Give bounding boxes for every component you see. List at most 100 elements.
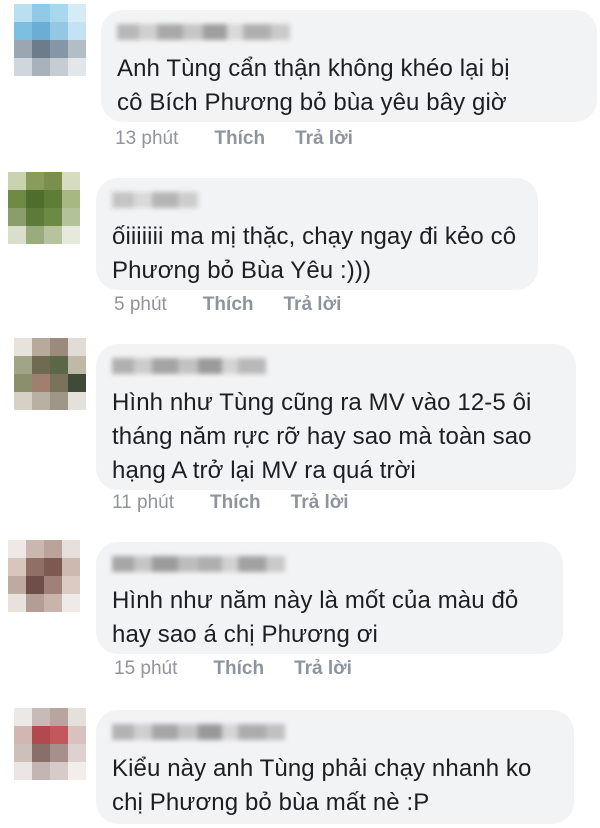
avatar-pixel — [32, 374, 50, 392]
avatar-pixel — [68, 374, 86, 392]
name-blur-block — [198, 724, 222, 740]
name-blur-block — [198, 358, 222, 374]
name-blur-block — [112, 358, 134, 374]
comment-timestamp[interactable]: 11 phút — [112, 492, 174, 514]
avatar[interactable] — [14, 338, 86, 410]
comment-actions: 5 phút Thích Trả lời — [114, 294, 371, 316]
name-blur-block — [139, 24, 157, 40]
avatar-pixel — [68, 392, 86, 410]
name-blur-block — [222, 358, 238, 374]
avatar-pixel — [26, 208, 44, 226]
comment-timestamp[interactable]: 5 phút — [114, 294, 167, 316]
reply-link[interactable]: Trả lời — [295, 128, 353, 150]
commenter-name[interactable] — [112, 554, 543, 574]
avatar[interactable] — [14, 4, 86, 76]
avatar-pixel — [32, 40, 50, 58]
avatar-pixel — [50, 762, 68, 780]
comment-actions: 15 phút Thích Trả lời — [114, 658, 382, 680]
avatar-pixel — [68, 726, 86, 744]
avatar-pixel — [32, 726, 50, 744]
commenter-name[interactable] — [117, 22, 577, 42]
name-blur-block — [238, 556, 266, 572]
avatar-pixel — [26, 172, 44, 190]
like-link[interactable]: Thích — [210, 492, 261, 514]
name-blur-block — [266, 556, 285, 572]
avatar-pixel — [62, 540, 80, 558]
name-blur-block — [134, 724, 152, 740]
avatar-pixel — [26, 540, 44, 558]
comment-actions: 13 phút Thích Trả lời — [115, 128, 383, 150]
avatar-pixel — [62, 190, 80, 208]
comment-text: Hình như năm này là mốt của màu đỏ hay s… — [112, 587, 519, 648]
name-blur-block — [112, 724, 134, 740]
commenter-name[interactable] — [112, 190, 518, 210]
avatar-pixel — [32, 58, 50, 76]
comment-timestamp[interactable]: 13 phút — [115, 128, 178, 150]
avatar-pixel — [68, 708, 86, 726]
comment-text: Kiểu này anh Tùng phải chạy nhanh ko chị… — [112, 755, 532, 816]
avatar-pixel — [14, 356, 32, 374]
avatar-pixel — [44, 226, 62, 244]
avatar-pixel — [26, 594, 44, 612]
avatar-pixel — [14, 338, 32, 356]
avatar-pixel — [14, 726, 32, 744]
avatar-pixel — [50, 744, 68, 762]
avatar-pixel — [68, 22, 86, 40]
avatar-pixel — [50, 58, 68, 76]
reply-link[interactable]: Trả lời — [284, 294, 342, 316]
avatar-pixel — [62, 208, 80, 226]
avatar-pixel — [62, 558, 80, 576]
avatar-pixel — [50, 4, 68, 22]
comment-text: Hình như Tùng cũng ra MV vào 12-5 ôi thá… — [112, 389, 532, 484]
name-blur-block — [134, 358, 152, 374]
avatar-pixel — [44, 558, 62, 576]
avatar-pixel — [68, 4, 86, 22]
avatar-pixel — [32, 392, 50, 410]
reply-link[interactable]: Trả lời — [291, 492, 349, 514]
commenter-name[interactable] — [112, 356, 556, 376]
name-blur-block — [183, 24, 203, 40]
name-blur-block — [178, 724, 198, 740]
avatar[interactable] — [14, 708, 86, 780]
avatar-pixel — [8, 576, 26, 594]
name-blur-block — [152, 358, 178, 374]
avatar-pixel — [8, 594, 26, 612]
name-blur-block — [134, 192, 152, 208]
avatar-pixel — [32, 708, 50, 726]
avatar[interactable] — [8, 172, 80, 244]
avatar-pixel — [44, 172, 62, 190]
avatar-pixel — [44, 540, 62, 558]
avatar-pixel — [68, 356, 86, 374]
avatar-pixel — [50, 22, 68, 40]
comment-timestamp[interactable]: 15 phút — [114, 658, 177, 680]
commenter-name[interactable] — [112, 722, 554, 742]
name-blur-block — [152, 192, 178, 208]
name-blur-block — [112, 192, 134, 208]
reply-link[interactable]: Trả lời — [294, 658, 352, 680]
avatar-pixel — [8, 226, 26, 244]
avatar-pixel — [50, 726, 68, 744]
avatar-pixel — [32, 744, 50, 762]
avatar-pixel — [32, 4, 50, 22]
name-blur-block — [178, 358, 198, 374]
like-link[interactable]: Thích — [213, 658, 264, 680]
avatar-pixel — [50, 374, 68, 392]
name-blur-block — [227, 24, 243, 40]
name-blur-block — [178, 556, 198, 572]
avatar-pixel — [14, 392, 32, 410]
comment-item: Hình như Tùng cũng ra MV vào 12-5 ôi thá… — [0, 332, 600, 532]
avatar-pixel — [62, 226, 80, 244]
avatar-pixel — [32, 22, 50, 40]
avatar-pixel — [32, 356, 50, 374]
like-link[interactable]: Thích — [214, 128, 265, 150]
avatar-pixel — [44, 190, 62, 208]
avatar-pixel — [14, 4, 32, 22]
avatar[interactable] — [8, 540, 80, 612]
like-link[interactable]: Thích — [203, 294, 254, 316]
avatar-pixel — [68, 40, 86, 58]
comment-bubble: Hình như năm này là mốt của màu đỏ hay s… — [96, 542, 563, 654]
avatar-pixel — [14, 744, 32, 762]
name-blur-block — [198, 556, 222, 572]
avatar-pixel — [26, 576, 44, 594]
avatar-pixel — [14, 374, 32, 392]
